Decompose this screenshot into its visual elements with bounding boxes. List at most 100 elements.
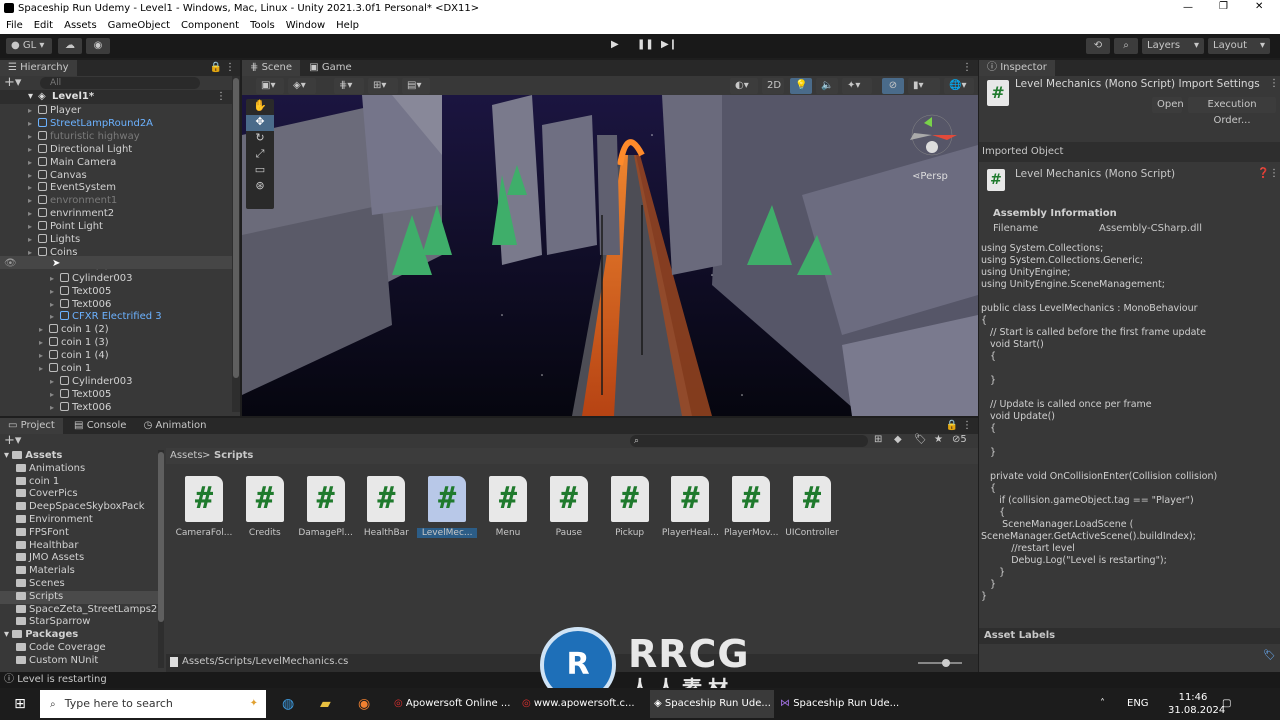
project-folder[interactable]: coin 1 bbox=[0, 476, 158, 489]
minimize-icon[interactable]: — bbox=[1183, 2, 1193, 13]
move-tool-icon[interactable]: ✥ bbox=[246, 115, 274, 131]
tab-animation[interactable]: ◷ Animation bbox=[138, 420, 213, 431]
more-icon[interactable]: ⋮ bbox=[225, 60, 235, 76]
expand-arrow-icon[interactable]: ▸ bbox=[50, 375, 60, 388]
expand-arrow-icon[interactable]: ▸ bbox=[28, 233, 38, 246]
hierarchy-search-input[interactable]: All bbox=[40, 77, 200, 89]
expand-arrow-icon[interactable]: ▸ bbox=[39, 349, 49, 362]
tab-inspector[interactable]: ⓘ Inspector bbox=[979, 60, 1055, 76]
file-explorer-icon[interactable]: ▰ bbox=[320, 690, 331, 718]
add-icon[interactable]: +▾ bbox=[4, 75, 21, 90]
execution-order-button[interactable]: Execution Order... bbox=[1188, 97, 1276, 126]
hierarchy-item[interactable]: ▸ Directional Light bbox=[0, 143, 232, 156]
hierarchy-item[interactable]: ▸ Text005 bbox=[0, 388, 232, 401]
expand-arrow-icon[interactable]: ▸ bbox=[28, 143, 38, 156]
history-icon[interactable]: ⟲ bbox=[1086, 38, 1110, 54]
project-folder[interactable]: ▾ Assets bbox=[0, 450, 158, 463]
persp-label[interactable]: ⋖Persp bbox=[912, 171, 948, 182]
menu-window[interactable]: Window bbox=[286, 20, 325, 31]
visibility-icon[interactable]: 👁 bbox=[4, 258, 17, 269]
project-folder[interactable]: Animations bbox=[0, 463, 158, 476]
hierarchy-item[interactable]: ▸ Text005 bbox=[0, 285, 232, 298]
layout-dropdown[interactable]: Layout ▾ bbox=[1208, 38, 1270, 54]
chevron-down-icon[interactable]: ▾ bbox=[4, 450, 12, 461]
rotate-tool-icon[interactable]: ↻ bbox=[246, 131, 274, 147]
expand-arrow-icon[interactable]: ▸ bbox=[39, 323, 49, 336]
tab-scene[interactable]: ⋕ Scene bbox=[242, 60, 301, 76]
expand-arrow-icon[interactable]: ▸ bbox=[39, 336, 49, 349]
camera-icon[interactable]: ▮▾ bbox=[908, 78, 940, 94]
script-asset[interactable]: # DamagePl... bbox=[296, 476, 356, 538]
hierarchy-item[interactable]: ▸ envronment1 bbox=[0, 194, 232, 207]
project-search-input[interactable]: ⌕ bbox=[630, 435, 868, 447]
taskbar-search-input[interactable]: ⌕ Type here to search ✦ bbox=[40, 690, 266, 718]
expand-arrow-icon[interactable]: ▸ bbox=[28, 156, 38, 169]
pause-icon[interactable]: ❚❚ bbox=[637, 39, 654, 50]
script-asset[interactable]: # Pickup bbox=[600, 476, 660, 538]
expand-arrow-icon[interactable]: ▸ bbox=[28, 104, 38, 117]
hierarchy-item[interactable]: ▸ futuristic highway bbox=[0, 130, 232, 143]
taskbar-app-browser[interactable]: ◎ www.apowersoft.c... bbox=[522, 690, 646, 718]
hierarchy-item[interactable]: ▸ Cylinder003 bbox=[0, 272, 232, 285]
taskbar-app-vs[interactable]: ⋈ Spaceship Run Ude... bbox=[780, 690, 904, 718]
project-folder[interactable]: Scripts bbox=[0, 590, 158, 604]
2d-toggle[interactable]: 2D bbox=[762, 78, 784, 94]
filter-tag-icon[interactable]: 🏷 bbox=[914, 434, 927, 445]
windows-start-icon[interactable]: ⊞ bbox=[8, 690, 32, 718]
hierarchy-item[interactable]: ▸ Player bbox=[0, 104, 232, 117]
layers-dropdown[interactable]: Layers ▾ bbox=[1142, 38, 1204, 54]
tab-hierarchy[interactable]: ☰ Hierarchy bbox=[0, 60, 77, 76]
hierarchy-item[interactable]: ▸ Cylinder003 bbox=[0, 375, 232, 388]
project-folder[interactable]: Environment bbox=[0, 514, 158, 527]
status-message[interactable]: Level is restarting bbox=[17, 674, 107, 685]
script-asset[interactable]: # UIController bbox=[782, 476, 842, 538]
menu-gameobject[interactable]: GameObject bbox=[108, 20, 170, 31]
project-folder[interactable]: StarSparrow bbox=[0, 616, 158, 629]
filter-label-icon[interactable]: ◆ bbox=[894, 434, 902, 445]
project-folder[interactable]: DeepSpaceSkyboxPack bbox=[0, 501, 158, 514]
hierarchy-item[interactable]: ▸ CFXR Electrified 3 bbox=[0, 310, 232, 323]
project-folder[interactable]: Scenes bbox=[0, 578, 158, 591]
expand-arrow-icon[interactable]: ▸ bbox=[50, 388, 60, 401]
expand-arrow-icon[interactable]: ▸ bbox=[28, 207, 38, 220]
hidden-objects-icon[interactable]: ⊘ bbox=[882, 78, 904, 94]
project-more-icon[interactable]: ⋮ bbox=[962, 418, 972, 434]
menu-file[interactable]: File bbox=[6, 20, 23, 31]
shading-mode-icon[interactable]: ▣▾ bbox=[256, 78, 284, 94]
filter-type-icon[interactable]: ⊞ bbox=[874, 434, 882, 445]
project-folder[interactable]: Materials bbox=[0, 565, 158, 578]
tray-chevron-icon[interactable]: ˄ bbox=[1100, 690, 1105, 718]
step-icon[interactable]: ▶❙ bbox=[661, 39, 677, 50]
project-folder[interactable]: JMO Assets bbox=[0, 552, 158, 565]
language-indicator[interactable]: ENG bbox=[1127, 690, 1149, 718]
audio-icon[interactable]: 🔈 bbox=[816, 78, 838, 94]
play-icon[interactable]: ▶ bbox=[611, 39, 619, 50]
zoom-slider[interactable] bbox=[918, 659, 962, 667]
menu-edit[interactable]: Edit bbox=[34, 20, 53, 31]
taskbar-app-apowersoft[interactable]: ◎ Apowersoft Online ... bbox=[394, 690, 518, 718]
hierarchy-scrollbar[interactable] bbox=[232, 76, 240, 412]
script-asset[interactable]: # Pause bbox=[539, 476, 599, 538]
expand-arrow-icon[interactable]: ▸ bbox=[39, 362, 49, 375]
expand-arrow-icon[interactable]: ▸ bbox=[28, 117, 38, 130]
hierarchy-item[interactable]: ▸ StreetLampRound2A bbox=[0, 117, 232, 130]
menu-component[interactable]: Component bbox=[181, 20, 239, 31]
expand-arrow-icon[interactable]: ▸ bbox=[50, 401, 60, 414]
hierarchy-item[interactable]: ▸ Main Camera bbox=[0, 156, 232, 169]
scene-more-icon[interactable]: ⋮ bbox=[962, 60, 972, 76]
tab-project[interactable]: ▭ Project bbox=[0, 418, 63, 434]
hierarchy-item[interactable]: ▸ coin 1 bbox=[0, 362, 232, 375]
expand-arrow-icon[interactable]: ▸ bbox=[28, 181, 38, 194]
tab-game[interactable]: ▣ Game bbox=[303, 62, 357, 73]
hierarchy-item[interactable]: ▸ EventSystem bbox=[0, 181, 232, 194]
hierarchy-item[interactable]: ▸ Text006 bbox=[0, 401, 232, 414]
chevron-down-icon[interactable]: ▾ bbox=[4, 629, 12, 640]
project-folder[interactable]: CoverPics bbox=[0, 488, 158, 501]
zoom-slider-handle[interactable] bbox=[942, 659, 950, 667]
account-dropdown[interactable]: ● GL ▾ bbox=[6, 38, 52, 54]
expand-arrow-icon[interactable]: ▸ bbox=[28, 169, 38, 182]
expand-arrow-icon[interactable]: ▸ bbox=[50, 272, 60, 285]
cloud-icon[interactable]: ☁ bbox=[58, 38, 82, 54]
favorite-icon[interactable]: ★ bbox=[934, 434, 943, 445]
project-folder[interactable]: FPSFont bbox=[0, 527, 158, 540]
